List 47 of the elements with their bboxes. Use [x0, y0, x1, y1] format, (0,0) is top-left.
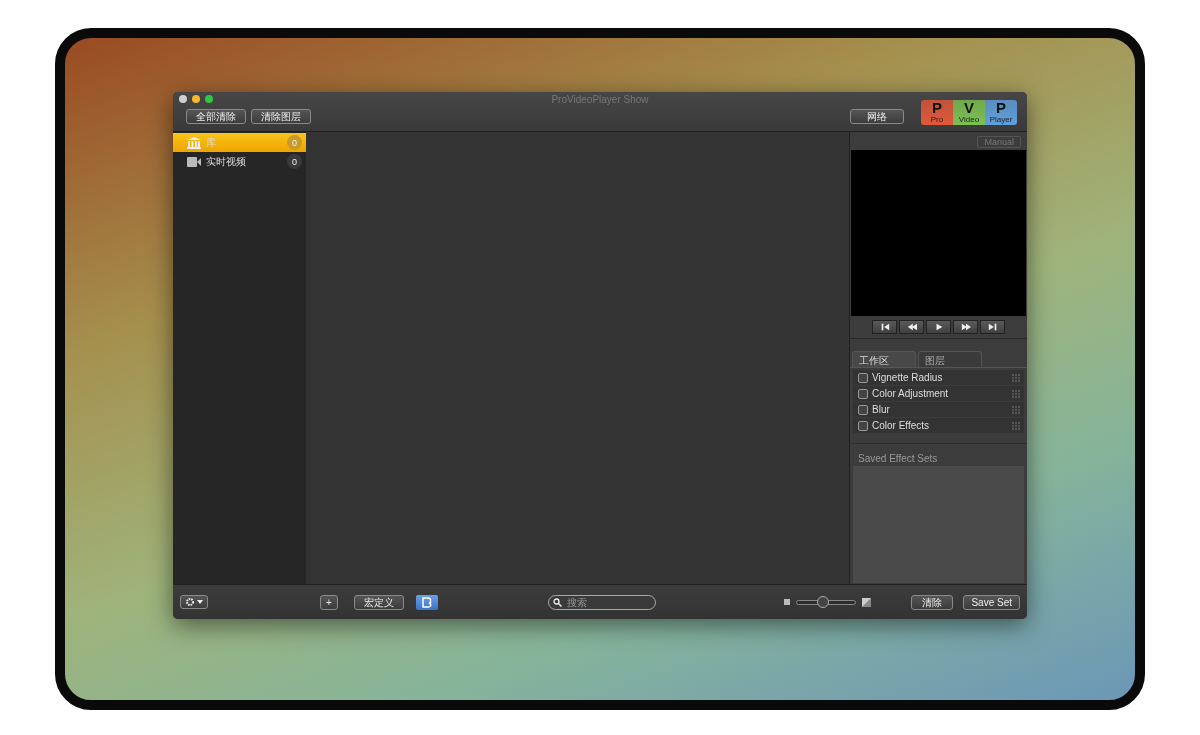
rewind-icon [906, 322, 917, 332]
panel-tab[interactable]: 图层 [918, 351, 982, 367]
window-control-icon[interactable] [179, 95, 187, 103]
rewind-button[interactable] [899, 320, 924, 334]
caret-icon [197, 600, 203, 604]
effect-checkbox[interactable] [858, 388, 868, 399]
section-title: Saved Effect Sets [857, 452, 939, 466]
first-button[interactable] [872, 320, 897, 334]
effect-name: Vignette Radius [872, 372, 944, 383]
small-image-icon [783, 599, 790, 605]
search-field[interactable]: 搜索 [547, 594, 656, 610]
effect-checkbox[interactable] [858, 420, 868, 431]
forward-icon [960, 322, 971, 332]
effect-name: Color Adjustment [872, 388, 950, 399]
add-button[interactable]: + [320, 594, 338, 610]
forward-button[interactable] [953, 320, 978, 334]
large-image-icon [861, 597, 871, 607]
first-icon [879, 322, 890, 332]
zoom-icon[interactable] [205, 95, 213, 103]
drag-handle-icon[interactable] [1011, 388, 1021, 399]
last-icon [987, 322, 998, 332]
effect-checkbox[interactable] [858, 372, 868, 383]
play-button[interactable] [926, 320, 951, 334]
save-set-button[interactable]: Save Set [963, 594, 1020, 610]
effect-name: Color Effects [872, 420, 931, 431]
sidebar-item[interactable]: 实时视频 0 [173, 152, 306, 171]
drag-handle-icon[interactable] [1011, 372, 1021, 383]
gear-icon [185, 597, 195, 607]
effect-checkbox[interactable] [858, 404, 868, 415]
clear-button[interactable]: 清除 [911, 594, 954, 610]
app-logo: P Pro V Video P Player [921, 100, 1017, 125]
toolbar-button[interactable]: 清除图层 [251, 109, 311, 124]
search-icon [552, 597, 562, 607]
video-camera-icon [187, 156, 201, 167]
last-button[interactable] [980, 320, 1005, 334]
building-icon [187, 136, 201, 149]
letter-b-icon[interactable] [415, 594, 438, 610]
minimize-icon[interactable] [192, 95, 200, 103]
size-slider[interactable] [795, 599, 856, 605]
settings-button[interactable] [180, 595, 208, 609]
effect-name: Blur [872, 404, 891, 415]
drag-handle-icon[interactable] [1011, 404, 1021, 415]
macro-button[interactable]: 宏定义 [353, 594, 404, 610]
drag-handle-icon[interactable] [1011, 420, 1021, 431]
network-button[interactable]: 网络 [850, 109, 904, 124]
panel-tab[interactable]: 工作区 [852, 351, 916, 367]
toolbar-button[interactable]: 全部清除 [186, 109, 246, 124]
